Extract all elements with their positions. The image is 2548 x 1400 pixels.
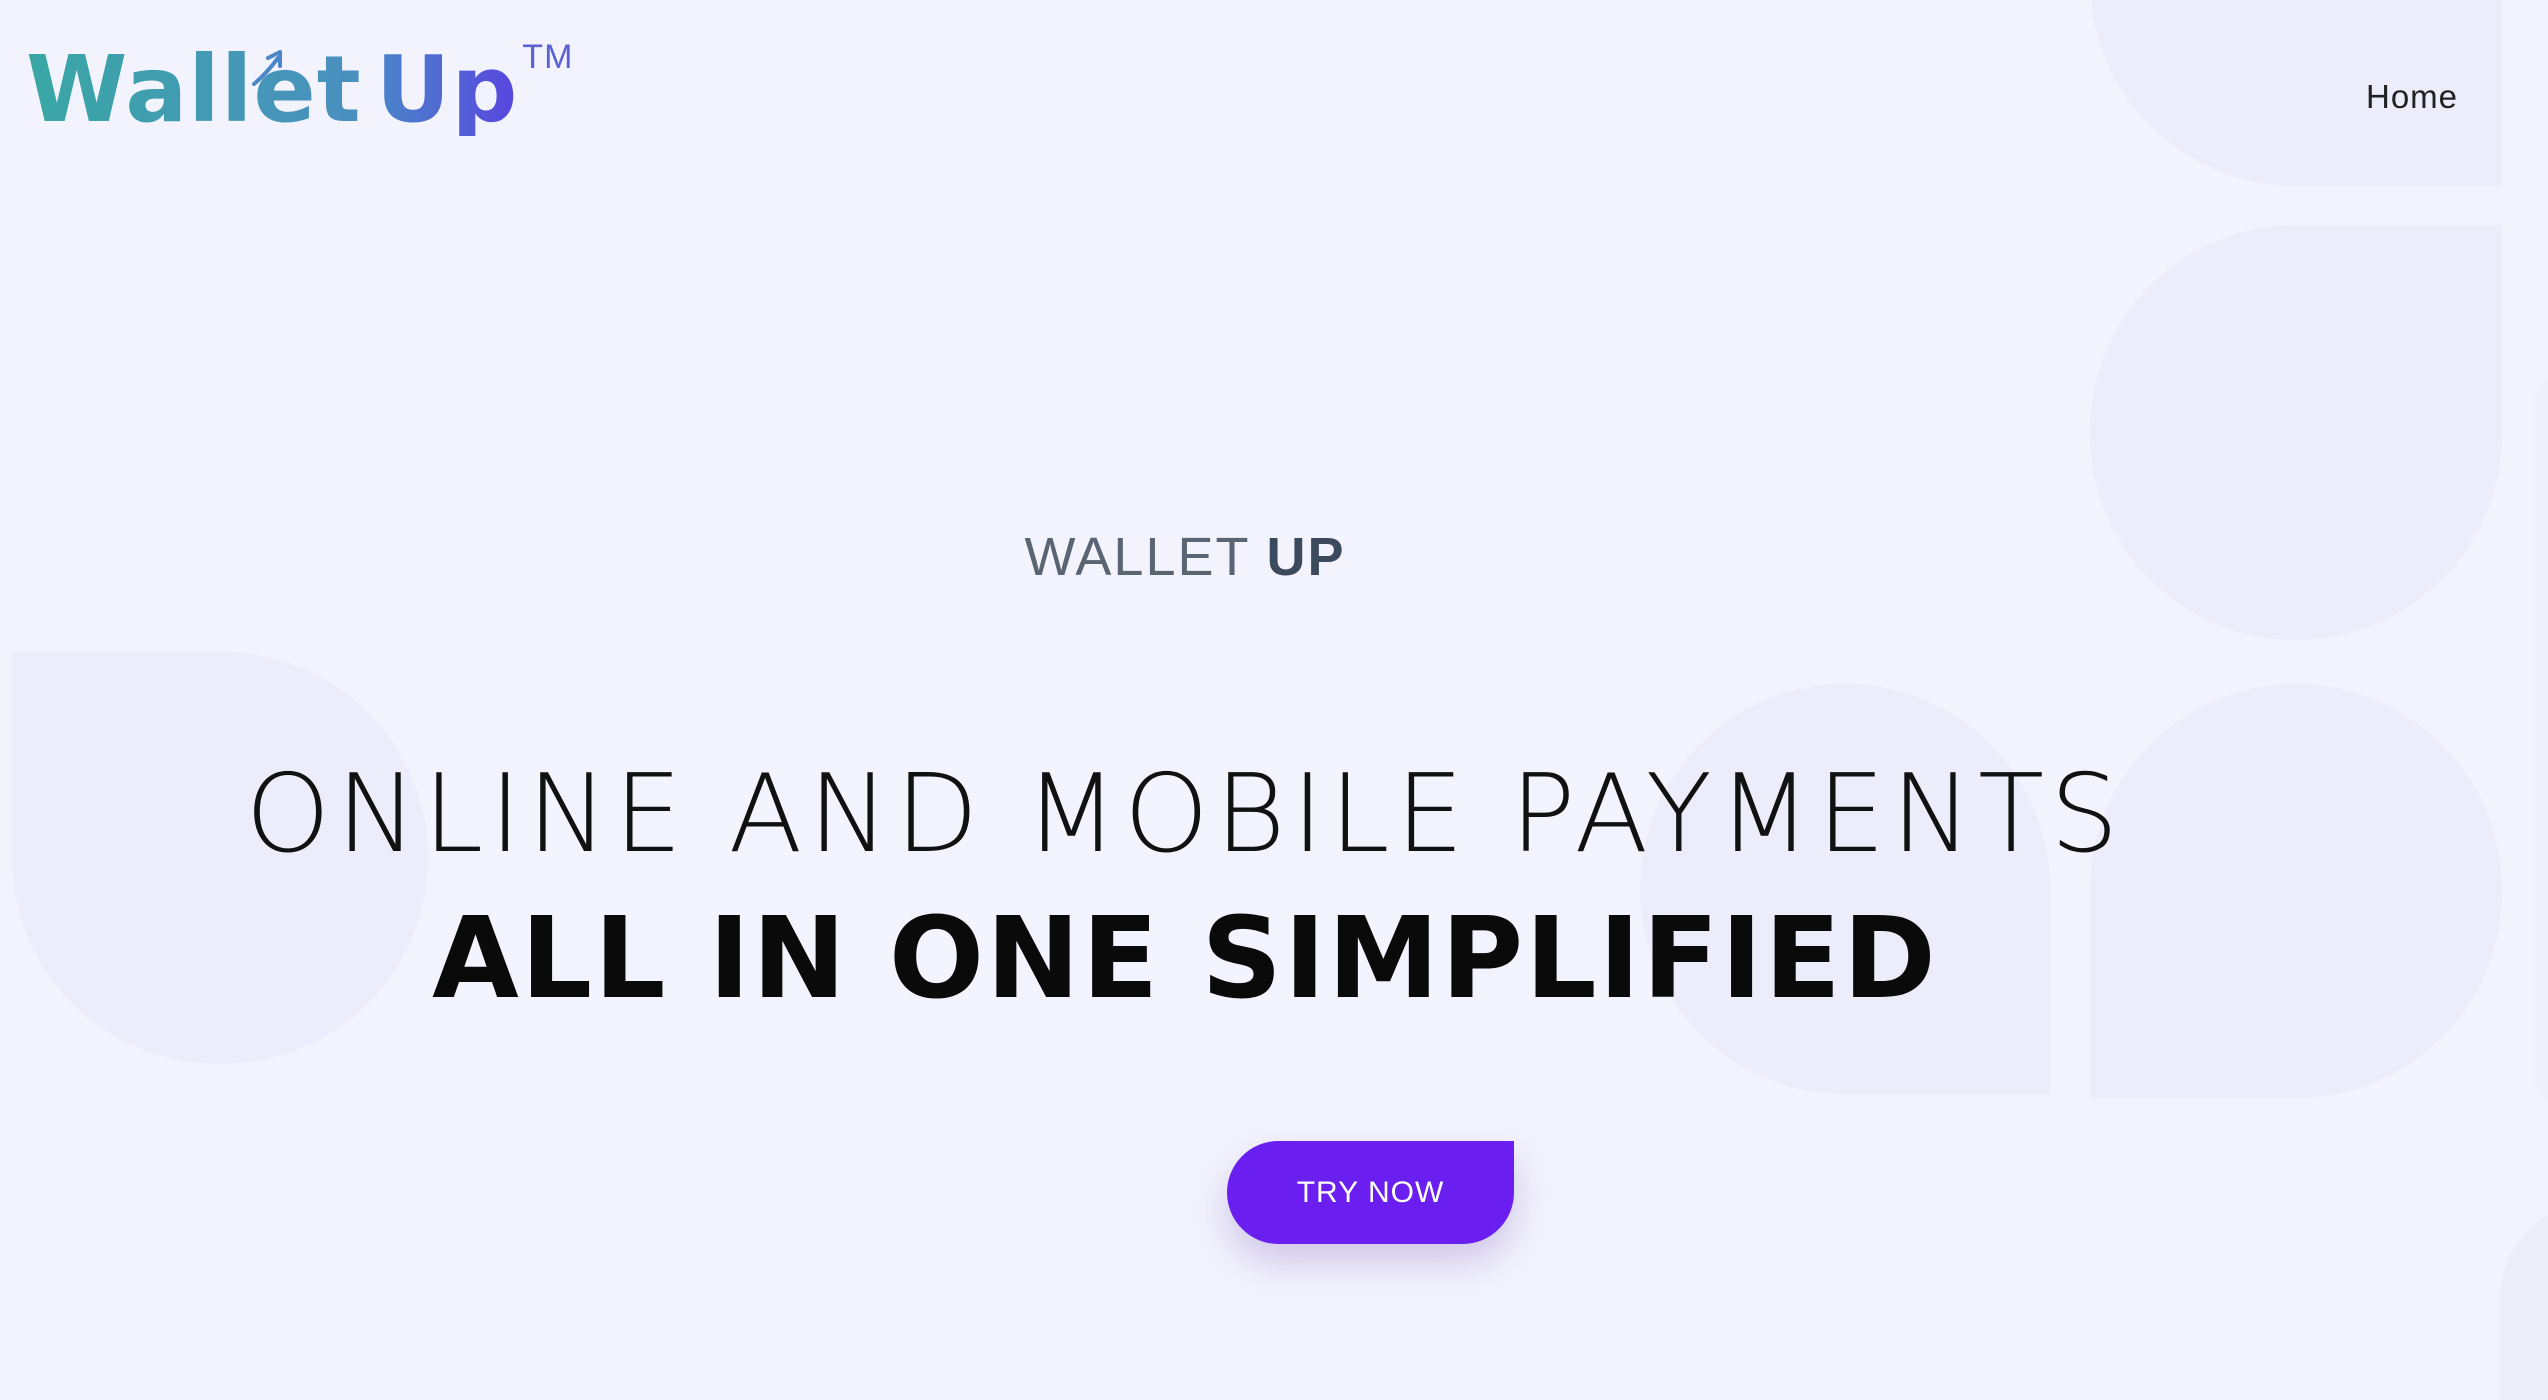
logo-trademark: TM (522, 38, 574, 76)
arrow-up-icon (252, 50, 282, 86)
main-nav: Home (2366, 78, 2458, 116)
decorative-shape-bottom-right (2090, 684, 2502, 1098)
decorative-shape-corner (2500, 1200, 2548, 1400)
hero-brand-title: WALLET UP (0, 526, 2548, 588)
logo-wallet-text: Wallet (26, 36, 362, 143)
hero-brand-bold: UP (1266, 527, 1346, 587)
try-now-button[interactable]: TRY NOW (1227, 1141, 1514, 1244)
hero-headline-line2: ALL IN ONE SIMPLIFIED (432, 894, 1938, 1024)
decorative-shape-center-right (1640, 684, 2050, 1094)
hero-headline-line1: ONLINE AND MOBILE PAYMENTS (245, 752, 2125, 877)
logo-up-text: Up (375, 36, 519, 143)
site-logo[interactable]: Wallet Up TM (26, 36, 573, 156)
hero-brand-light: WALLET (1024, 527, 1267, 587)
nav-item-home[interactable]: Home (2366, 78, 2458, 116)
